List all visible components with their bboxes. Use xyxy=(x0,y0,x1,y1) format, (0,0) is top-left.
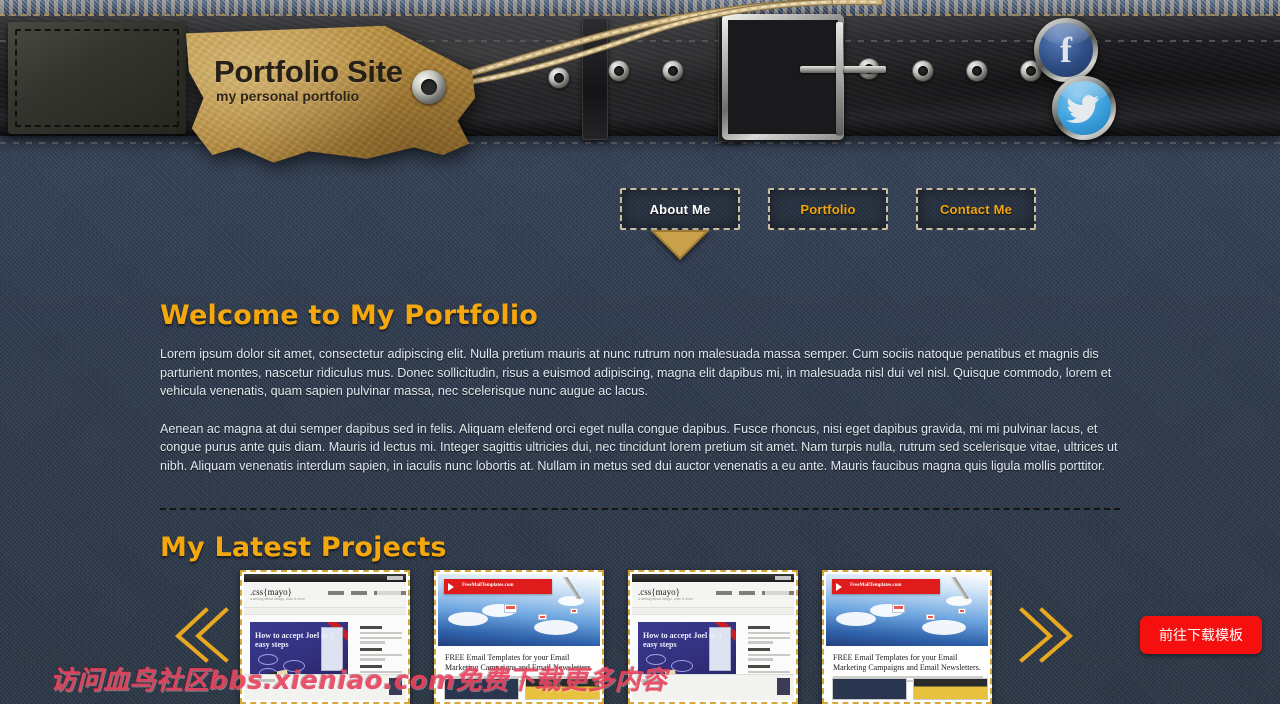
belt-eyelet xyxy=(548,67,570,89)
main-content: Welcome to My Portfolio Lorem ipsum dolo… xyxy=(160,300,1120,563)
nav-item-about-me[interactable]: About Me xyxy=(620,188,740,260)
icon-face: f xyxy=(1039,23,1093,77)
project-thumbnail[interactable]: FreeMailTemplates.com FREE Email Templat… xyxy=(434,570,604,704)
download-button-label: 前往下载模板 xyxy=(1159,628,1243,644)
section-divider xyxy=(160,508,1120,510)
mini-topbar xyxy=(244,574,406,582)
project-thumbnail[interactable]: .css{mayo} a weblog about design, code &… xyxy=(628,570,798,704)
thumbnail-screenshot: FreeMailTemplates.com FREE Email Templat… xyxy=(826,574,988,700)
mini-brand-row: .css{mayo} a weblog about design, code &… xyxy=(632,582,794,608)
mini-hero-text: How to accept Joel in 3 easy steps xyxy=(255,631,334,649)
belt-buckle xyxy=(722,14,844,140)
site-title: Portfolio Site xyxy=(214,54,403,89)
mini-site-freemail: FreeMailTemplates.com FREE Email Templat… xyxy=(826,574,988,700)
jeans-leather-label xyxy=(8,22,186,134)
buckle-bar xyxy=(836,22,843,134)
belt-eyelet xyxy=(912,60,934,82)
mini-brand-sub: a weblog about design, code & more xyxy=(638,597,694,601)
twitter-icon[interactable] xyxy=(1052,76,1116,140)
mini-search xyxy=(377,591,401,595)
mini-hero-text: FREE Email Templates for your Email Mark… xyxy=(445,653,593,672)
mini-brandbar: FreeMailTemplates.com xyxy=(444,579,552,594)
mini-cards xyxy=(444,678,600,700)
mini-site-freemail: FreeMailTemplates.com FREE Email Templat… xyxy=(438,574,600,700)
nav-item-contact-me[interactable]: Contact Me xyxy=(916,188,1036,230)
mini-pen xyxy=(550,577,594,599)
tag-grommet xyxy=(412,70,446,104)
carousel-prev-arrow[interactable] xyxy=(160,600,240,670)
belt-eyelet xyxy=(608,60,630,82)
mini-brand: FreeMailTemplates.com xyxy=(850,583,902,588)
thumbnail-screenshot: FreeMailTemplates.com FREE Email Templat… xyxy=(438,574,600,700)
mini-footer xyxy=(244,674,406,700)
page-root: f Portfolio Site my personal portfolio A… xyxy=(0,0,1280,704)
welcome-paragraph-2: Aenean ac magna at dui semper dapibus se… xyxy=(160,421,1118,473)
facebook-glyph: f xyxy=(1060,30,1072,70)
mini-sidebar xyxy=(360,622,402,680)
nav-item-portfolio[interactable]: Portfolio xyxy=(768,188,888,230)
belt-keeper xyxy=(582,18,608,140)
download-template-button[interactable]: 前往下载模板 xyxy=(1140,616,1262,654)
buckle-prong xyxy=(800,66,886,73)
main-navigation: About Me Portfolio Contact Me xyxy=(620,188,1036,260)
logo-tag[interactable]: Portfolio Site my personal portfolio xyxy=(186,22,478,212)
mini-subbar xyxy=(244,608,406,615)
mini-hero-text: How to accept Joel in 3 easy steps xyxy=(643,631,722,649)
project-thumbnail[interactable]: FreeMailTemplates.com FREE Email Templat… xyxy=(822,570,992,704)
project-thumbnail[interactable]: .css{mayo} a weblog about design, code &… xyxy=(240,570,410,704)
mini-site-cssmayo: .css{mayo} a weblog about design, code &… xyxy=(632,574,794,700)
mini-pen xyxy=(938,577,982,599)
mini-topbar xyxy=(632,574,794,582)
icon-face xyxy=(1057,81,1111,135)
twitter-bird-glyph xyxy=(1066,95,1099,123)
welcome-paragraph-1: Lorem ipsum dolor sit amet, consectetur … xyxy=(160,347,1112,398)
thumbnail-screenshot: .css{mayo} a weblog about design, code &… xyxy=(244,574,406,700)
site-tagline: my personal portfolio xyxy=(216,88,360,104)
mini-cards xyxy=(832,678,988,700)
mini-sidebar xyxy=(748,622,790,680)
mini-site-cssmayo: .css{mayo} a weblog about design, code &… xyxy=(244,574,406,700)
nav-label: Contact Me xyxy=(939,201,1013,217)
mini-brand-row: .css{mayo} a weblog about design, code &… xyxy=(244,582,406,608)
belt-eyelet xyxy=(966,60,988,82)
projects-carousel: .css{mayo} a weblog about design, code &… xyxy=(160,570,1120,704)
mini-brand: .css{mayo} xyxy=(638,587,680,597)
mini-hero-text: FREE Email Templates for your Email Mark… xyxy=(833,653,981,672)
mini-brandbar: FreeMailTemplates.com xyxy=(832,579,940,594)
belt-eyelet xyxy=(662,60,684,82)
facebook-icon[interactable]: f xyxy=(1034,18,1098,82)
projects-heading: My Latest Projects xyxy=(160,532,447,563)
mini-subbar xyxy=(632,608,794,615)
thumbnail-strip: .css{mayo} a weblog about design, code &… xyxy=(240,570,992,704)
carousel-next-arrow[interactable] xyxy=(1008,600,1088,670)
nav-label: About Me xyxy=(649,201,711,217)
mini-brand: FreeMailTemplates.com xyxy=(462,583,514,588)
welcome-heading: Welcome to My Portfolio xyxy=(160,300,539,331)
mini-brand: .css{mayo} xyxy=(250,587,292,597)
active-nav-pointer xyxy=(650,230,710,260)
tag-paper-shape xyxy=(186,25,476,163)
mini-brand-sub: a weblog about design, code & more xyxy=(250,597,306,601)
thumbnail-screenshot: .css{mayo} a weblog about design, code &… xyxy=(632,574,794,700)
mini-search xyxy=(765,591,789,595)
nav-label: Portfolio xyxy=(800,201,856,217)
mini-footer xyxy=(632,674,794,700)
